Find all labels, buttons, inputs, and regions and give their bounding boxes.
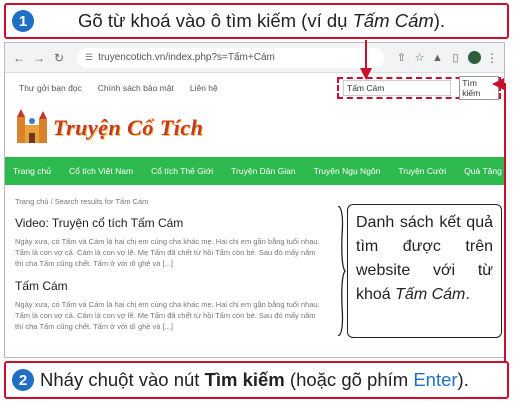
- annotation-text: Danh sách kết quả tìm được trên website …: [356, 214, 493, 303]
- logo-text: Truyện Cổ Tích: [53, 115, 204, 140]
- address-bar: ← → ↻ ☰ truyencotich.vn/index.php?s=Tấm+…: [5, 43, 504, 73]
- reload-icon[interactable]: ↻: [51, 50, 67, 66]
- site-logo[interactable]: Truyện Cổ Tích: [5, 103, 504, 153]
- nav-life-gifts[interactable]: Quà Tặng Cuộc Sống: [464, 166, 504, 176]
- profile-avatar[interactable]: [468, 51, 481, 64]
- breadcrumb: Trang chủ / Search results for Tấm Cám: [15, 197, 149, 206]
- url-field[interactable]: ☰ truyencotich.vn/index.php?s=Tấm+Cám: [77, 47, 384, 68]
- results-annotation: Danh sách kết quả tìm được trên website …: [347, 204, 502, 338]
- site-info-icon[interactable]: ☰: [85, 52, 93, 63]
- search-input[interactable]: Tấm Cám: [343, 80, 452, 96]
- url-text: truyencotich.vn/index.php?s=Tấm+Cám: [98, 52, 275, 63]
- step-1-text: Gõ từ khoá vào ô tìm kiếm (ví dụ Tấm Cám…: [78, 10, 446, 31]
- castle-logo-icon: [15, 109, 49, 147]
- site-topbar: Thư gởi bạn đọc Chính sách bảo mật Liên …: [5, 73, 504, 103]
- search-button[interactable]: Tìm kiếm: [459, 76, 499, 100]
- result-title[interactable]: Tấm Cám: [15, 279, 325, 293]
- sidebar-icon[interactable]: ▯: [449, 51, 462, 64]
- step-1-badge: 1: [12, 10, 34, 32]
- search-highlight: Tấm Cám Tìm kiếm: [337, 76, 501, 100]
- result-snippet: Ngày xưa, có Tấm và Cám là hai chị em cù…: [15, 237, 320, 268]
- extension-icon[interactable]: ▲: [431, 51, 444, 64]
- back-icon[interactable]: ←: [11, 50, 27, 66]
- share-icon[interactable]: ⇧: [395, 51, 408, 64]
- nav-funny-stories[interactable]: Truyện Cười: [398, 166, 446, 176]
- nav-folk-tales[interactable]: Truyện Dân Gian: [231, 166, 295, 176]
- step-1-callout: 1 Gõ từ khoá vào ô tìm kiếm (ví dụ Tấm C…: [4, 3, 509, 39]
- topbar-link-contact[interactable]: Liên hệ: [190, 83, 218, 93]
- step-2-text: Nháy chuột vào nút Tìm kiếm (hoặc gõ phí…: [40, 369, 469, 390]
- brace-icon: [337, 206, 346, 336]
- search-result: Video: Truyện cổ tích Tấm Cám Ngày xưa, …: [5, 216, 335, 269]
- topbar-link-privacy[interactable]: Chính sách bảo mật: [98, 83, 174, 93]
- star-icon[interactable]: ☆: [413, 51, 426, 64]
- forward-icon[interactable]: →: [31, 50, 47, 66]
- step-2-callout: 2 Nháy chuột vào nút Tìm kiếm (hoặc gõ p…: [4, 361, 509, 399]
- nav-home[interactable]: Trang chủ: [13, 166, 51, 176]
- nav-fables[interactable]: Truyện Ngụ Ngôn: [314, 166, 381, 176]
- result-title[interactable]: Video: Truyện cổ tích Tấm Cám: [15, 216, 325, 230]
- search-result: Tấm Cám Ngày xưa, có Tấm và Cám là hai c…: [5, 279, 335, 332]
- main-nav: Trang chủ Cổ tích Việt Nam Cổ tích Thế G…: [5, 157, 504, 185]
- nav-world-tales[interactable]: Cổ tích Thế Giới: [151, 166, 213, 176]
- topbar-link-letters[interactable]: Thư gởi bạn đọc: [19, 83, 82, 93]
- nav-vietnam-tales[interactable]: Cổ tích Việt Nam: [69, 166, 133, 176]
- result-snippet: Ngày xưa, có Tấm và Cám là hai chị em cù…: [15, 300, 320, 331]
- step-2-badge: 2: [12, 369, 34, 391]
- menu-icon[interactable]: ⋮: [486, 51, 498, 65]
